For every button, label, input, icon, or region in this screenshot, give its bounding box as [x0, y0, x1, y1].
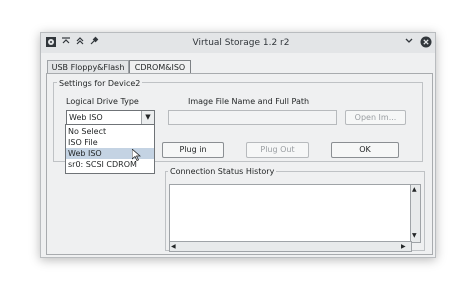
- plug-in-button[interactable]: Plug in: [162, 142, 224, 158]
- image-path-field[interactable]: [168, 110, 337, 125]
- vertical-scrollbar[interactable]: ▲ ▼: [410, 184, 421, 243]
- scroll-up-icon[interactable]: ▲: [412, 185, 417, 194]
- open-image-button[interactable]: Open Im...: [345, 110, 406, 125]
- app-icon[interactable]: [45, 36, 57, 50]
- drive-type-combobox[interactable]: Web ISO ▼: [66, 110, 155, 125]
- tab-usb-floppy-flash[interactable]: USB Floppy&Flash: [47, 60, 129, 74]
- drive-type-value: Web ISO: [69, 113, 103, 122]
- horizontal-scrollbar[interactable]: ◀ ▶: [169, 241, 412, 252]
- titlebar[interactable]: Virtual Storage 1.2 r2: [41, 33, 435, 53]
- minimize-icon[interactable]: [403, 36, 415, 50]
- pin-icon[interactable]: [88, 36, 99, 50]
- drive-type-dropdown-list: No Select ISO File Web ISO sr0: SCSI CDR…: [65, 124, 155, 174]
- settings-group-title: Settings for Device2: [57, 79, 143, 88]
- tab-cdrom-iso[interactable]: CDROM&ISO: [129, 60, 191, 74]
- ok-button[interactable]: OK: [331, 142, 399, 158]
- mouse-cursor-icon: [131, 148, 142, 163]
- option-no-select[interactable]: No Select: [66, 126, 154, 137]
- scroll-left-icon[interactable]: ◀: [171, 242, 176, 251]
- image-path-label: Image File Name and Full Path: [188, 97, 310, 106]
- option-iso-file[interactable]: ISO File: [66, 137, 154, 148]
- scroll-down-icon[interactable]: ▼: [412, 231, 417, 240]
- main-window: Virtual Storage 1.2 r2 USB Floppy&Flash …: [40, 32, 436, 258]
- window-title: Virtual Storage 1.2 r2: [192, 38, 290, 48]
- connection-history-title: Connection Status History: [168, 167, 277, 176]
- close-icon[interactable]: [419, 36, 432, 50]
- connection-history-textarea[interactable]: [169, 184, 412, 243]
- chevron-down-icon[interactable]: ▼: [141, 111, 154, 124]
- scroll-right-icon[interactable]: ▶: [401, 242, 406, 251]
- plug-out-button[interactable]: Plug Out: [246, 142, 309, 158]
- keep-below-icon[interactable]: [60, 36, 71, 50]
- drive-type-label: Logical Drive Type: [66, 97, 139, 106]
- keep-above-icon[interactable]: [74, 36, 85, 50]
